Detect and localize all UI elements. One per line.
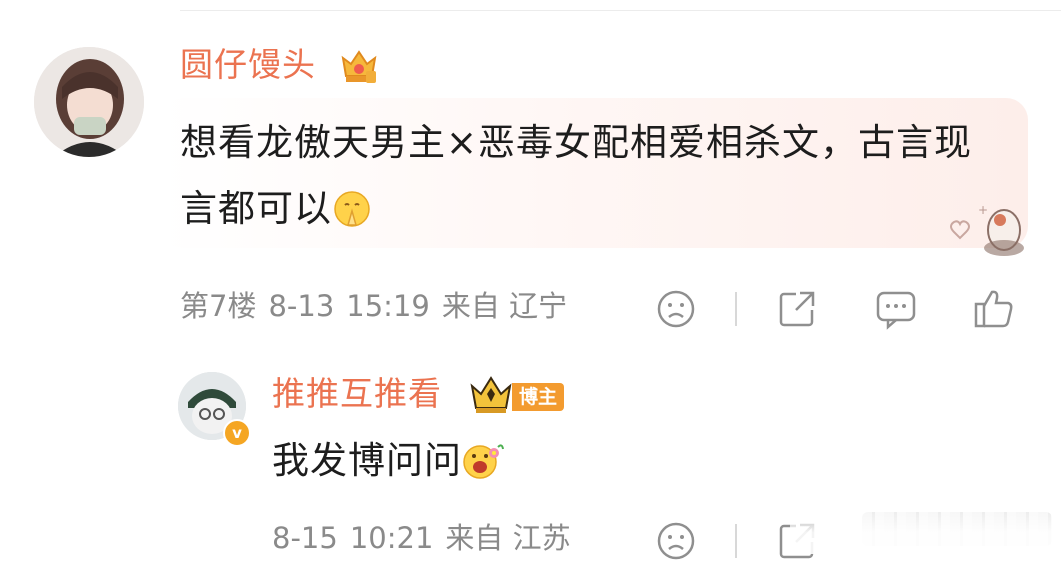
avatar-photo — [34, 47, 144, 157]
comment-location: 来自 辽宁 — [441, 289, 568, 323]
comment-time: 15:19 — [346, 289, 430, 323]
reply-username[interactable]: 推推互推看 — [272, 377, 442, 410]
reply-time: 10:21 — [349, 521, 434, 555]
blogger-badge: 博主 — [512, 383, 565, 411]
verified-badge-icon: v — [223, 419, 251, 447]
svg-text:+: + — [978, 203, 988, 217]
comment-meta: 第7楼 8-13 15:19 来自 辽宁 — [180, 292, 579, 321]
praying-face-emoji — [332, 184, 372, 250]
reply-meta: 8-15 10:21 来自 江苏 — [272, 524, 583, 553]
action-separator — [735, 524, 737, 558]
happy-flower-emoji — [462, 441, 504, 494]
reply-text: 我发博问问 — [272, 436, 504, 494]
frown-face-icon[interactable] — [655, 520, 697, 566]
fade-overlay — [790, 500, 1061, 554]
bubble-decoration: + — [944, 190, 1024, 264]
action-separator — [735, 292, 737, 326]
top-divider — [180, 10, 1061, 11]
floor-number: 第7楼 — [180, 289, 257, 323]
comment-date: 8-13 — [268, 289, 335, 323]
reply-location: 来自 江苏 — [445, 521, 571, 555]
share-icon[interactable] — [776, 288, 818, 334]
crown-icon — [468, 372, 514, 420]
comment-username[interactable]: 圆仔馒头 — [180, 48, 316, 81]
thumbs-up-icon[interactable] — [972, 286, 1016, 334]
comment-icon[interactable] — [874, 288, 918, 334]
avatar[interactable] — [34, 47, 144, 157]
frown-face-icon[interactable] — [655, 288, 697, 334]
reply-date: 8-15 — [272, 521, 338, 555]
reply-text-content: 我发博问问 — [272, 439, 462, 482]
comment-text: 想看龙傲天男主×恶毒女配相爱相杀文，古言现言都可以 — [180, 110, 1000, 250]
crown-icon[interactable] — [338, 44, 380, 90]
comment-text-content: 想看龙傲天男主×恶毒女配相爱相杀文，古言现言都可以 — [180, 121, 973, 230]
